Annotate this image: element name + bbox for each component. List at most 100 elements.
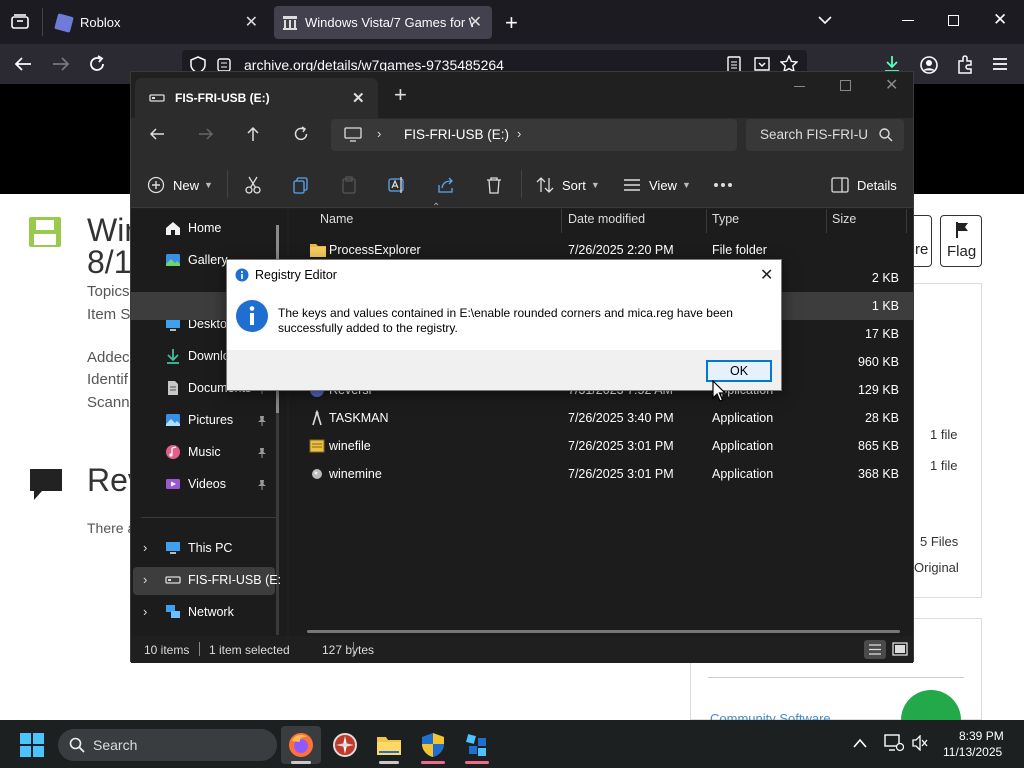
taskbar-app[interactable] <box>325 726 365 764</box>
browser-tab-roblox[interactable]: Roblox ✕ <box>48 6 268 39</box>
taskman-icon <box>309 410 325 426</box>
winemine-icon <box>309 466 325 482</box>
clock-date[interactable]: 11/13/2025 <box>943 745 1002 759</box>
column-header-name[interactable]: Name <box>320 212 353 226</box>
refresh-icon[interactable] <box>293 126 309 142</box>
browser-tab-archive[interactable]: Windows Vista/7 Games for Wi ✕ <box>274 6 492 39</box>
close-tab-icon[interactable]: ✕ <box>469 12 482 32</box>
close-tab-icon[interactable]: ✕ <box>352 89 365 107</box>
view-button[interactable]: View ▼ <box>623 173 691 197</box>
volume-muted-icon[interactable] <box>911 735 929 751</box>
details-view-icon[interactable] <box>864 640 886 659</box>
menu-icon[interactable] <box>992 57 1008 71</box>
scissors-icon <box>244 176 262 194</box>
paste-button[interactable] <box>340 173 358 197</box>
dialog-title-bar: Registry Editor ✕ <box>227 260 781 290</box>
minimize-window-icon[interactable] <box>794 86 805 87</box>
address-bar[interactable]: › FIS-FRI-USB (E:) › <box>331 119 737 151</box>
taskbar-firefox[interactable] <box>281 726 321 764</box>
registry-editor-icon <box>464 732 490 758</box>
nav-item-network[interactable]: Network <box>165 599 281 625</box>
chevron-right-icon[interactable]: › <box>517 126 521 141</box>
share-button[interactable] <box>437 173 455 197</box>
rename-button[interactable] <box>388 173 406 197</box>
account-icon[interactable] <box>919 55 939 75</box>
network-icon <box>165 604 181 620</box>
expand-chevron-icon[interactable]: › <box>143 540 147 555</box>
taskbar-file-explorer[interactable] <box>369 726 409 764</box>
horizontal-scrollbar[interactable] <box>307 630 900 633</box>
copy-icon <box>292 176 310 194</box>
item-title-line: 8/1 <box>87 244 132 280</box>
column-header-type[interactable]: Type <box>712 212 739 226</box>
nav-item-this-pc[interactable]: This PC <box>165 535 281 561</box>
show-hidden-icons-icon[interactable] <box>852 737 868 749</box>
forward-icon[interactable] <box>198 126 214 142</box>
file-name: TASKMAN <box>329 411 389 425</box>
back-icon[interactable] <box>149 126 165 142</box>
info-icon <box>236 300 268 332</box>
start-button[interactable] <box>12 726 52 764</box>
all-files-link[interactable]: 5 Files <box>920 534 958 549</box>
column-header-size[interactable]: Size <box>832 212 856 226</box>
network-status-icon[interactable] <box>884 734 904 752</box>
maximize-window-icon[interactable] <box>840 80 851 91</box>
new-tab-icon[interactable]: + <box>394 82 407 108</box>
share-icon <box>437 176 455 194</box>
expand-chevron-icon[interactable]: › <box>143 572 147 587</box>
cut-button[interactable] <box>244 173 262 197</box>
info-small-icon <box>235 268 249 282</box>
taskbar-search-box[interactable]: Search <box>58 729 277 761</box>
reload-icon[interactable] <box>88 55 106 73</box>
explorer-tab[interactable]: FIS-FRI-USB (E:) ✕ <box>135 78 378 118</box>
taskbar-security[interactable] <box>413 726 453 764</box>
chevron-down-icon: ▼ <box>590 180 600 190</box>
file-row[interactable]: TASKMAN 7/26/2025 3:40 PM Application 28 KB <box>131 404 913 432</box>
new-tab-icon[interactable]: + <box>505 10 518 36</box>
close-tab-icon[interactable]: ✕ <box>245 12 258 32</box>
new-label: New <box>173 177 200 193</box>
sort-button[interactable]: Sort ▼ <box>536 173 600 197</box>
file-row[interactable]: winefile 7/26/2025 3:01 PM Application 865 … <box>131 432 913 460</box>
new-button[interactable]: New ▼ <box>147 173 213 197</box>
ok-button[interactable]: OK <box>706 360 772 382</box>
close-dialog-icon[interactable]: ✕ <box>760 265 773 285</box>
file-count[interactable]: 1 file <box>930 458 957 473</box>
original-files-link[interactable]: Original <box>914 560 959 575</box>
status-bar: 10 items 1 item selected 127 bytes <box>131 636 913 663</box>
chevron-right-icon[interactable]: › <box>377 126 381 141</box>
close-window-icon[interactable]: ✕ <box>993 10 1007 30</box>
see-more-button[interactable] <box>713 173 733 197</box>
file-size: 2 KB <box>871 271 899 285</box>
search-box[interactable]: Search FIS-FRI-U <box>746 119 904 151</box>
file-type: File folder <box>712 243 767 257</box>
nav-item-fis-fri-usb-e[interactable]: FIS-FRI-USB (E:) <box>165 567 281 593</box>
delete-button[interactable] <box>485 173 503 197</box>
taskbar-registry-editor[interactable] <box>457 726 497 764</box>
close-window-icon[interactable]: ✕ <box>885 75 898 95</box>
forward-icon[interactable] <box>52 56 70 72</box>
clock-time[interactable]: 8:39 PM <box>959 729 1004 743</box>
item-meta-text: Item S <box>87 306 131 323</box>
details-pane-button[interactable]: Details <box>831 173 897 197</box>
this-pc-icon <box>165 540 181 556</box>
software-item-icon <box>28 216 62 248</box>
maximize-window-icon[interactable] <box>948 15 959 26</box>
column-header-date[interactable]: Date modified <box>568 212 645 226</box>
flag-button[interactable]: Flag <box>940 215 982 267</box>
back-icon[interactable] <box>14 56 32 72</box>
minimize-window-icon[interactable] <box>902 20 914 21</box>
search-icon <box>69 737 85 753</box>
file-count[interactable]: 1 file <box>930 427 957 442</box>
file-row[interactable]: winemine 7/26/2025 3:01 PM Application 368 … <box>131 460 913 488</box>
breadcrumb[interactable]: FIS-FRI-USB (E:) <box>404 127 509 142</box>
expand-chevron-icon[interactable]: › <box>143 604 147 619</box>
copy-button[interactable] <box>292 173 310 197</box>
list-all-tabs-icon[interactable] <box>817 12 833 28</box>
tab-overview-icon[interactable] <box>10 13 30 31</box>
usb-drive-icon <box>149 93 165 103</box>
file-size: 960 KB <box>857 355 899 369</box>
tiles-view-icon[interactable] <box>889 640 911 659</box>
extensions-icon[interactable] <box>955 55 975 75</box>
up-arrow-icon[interactable] <box>245 126 261 142</box>
